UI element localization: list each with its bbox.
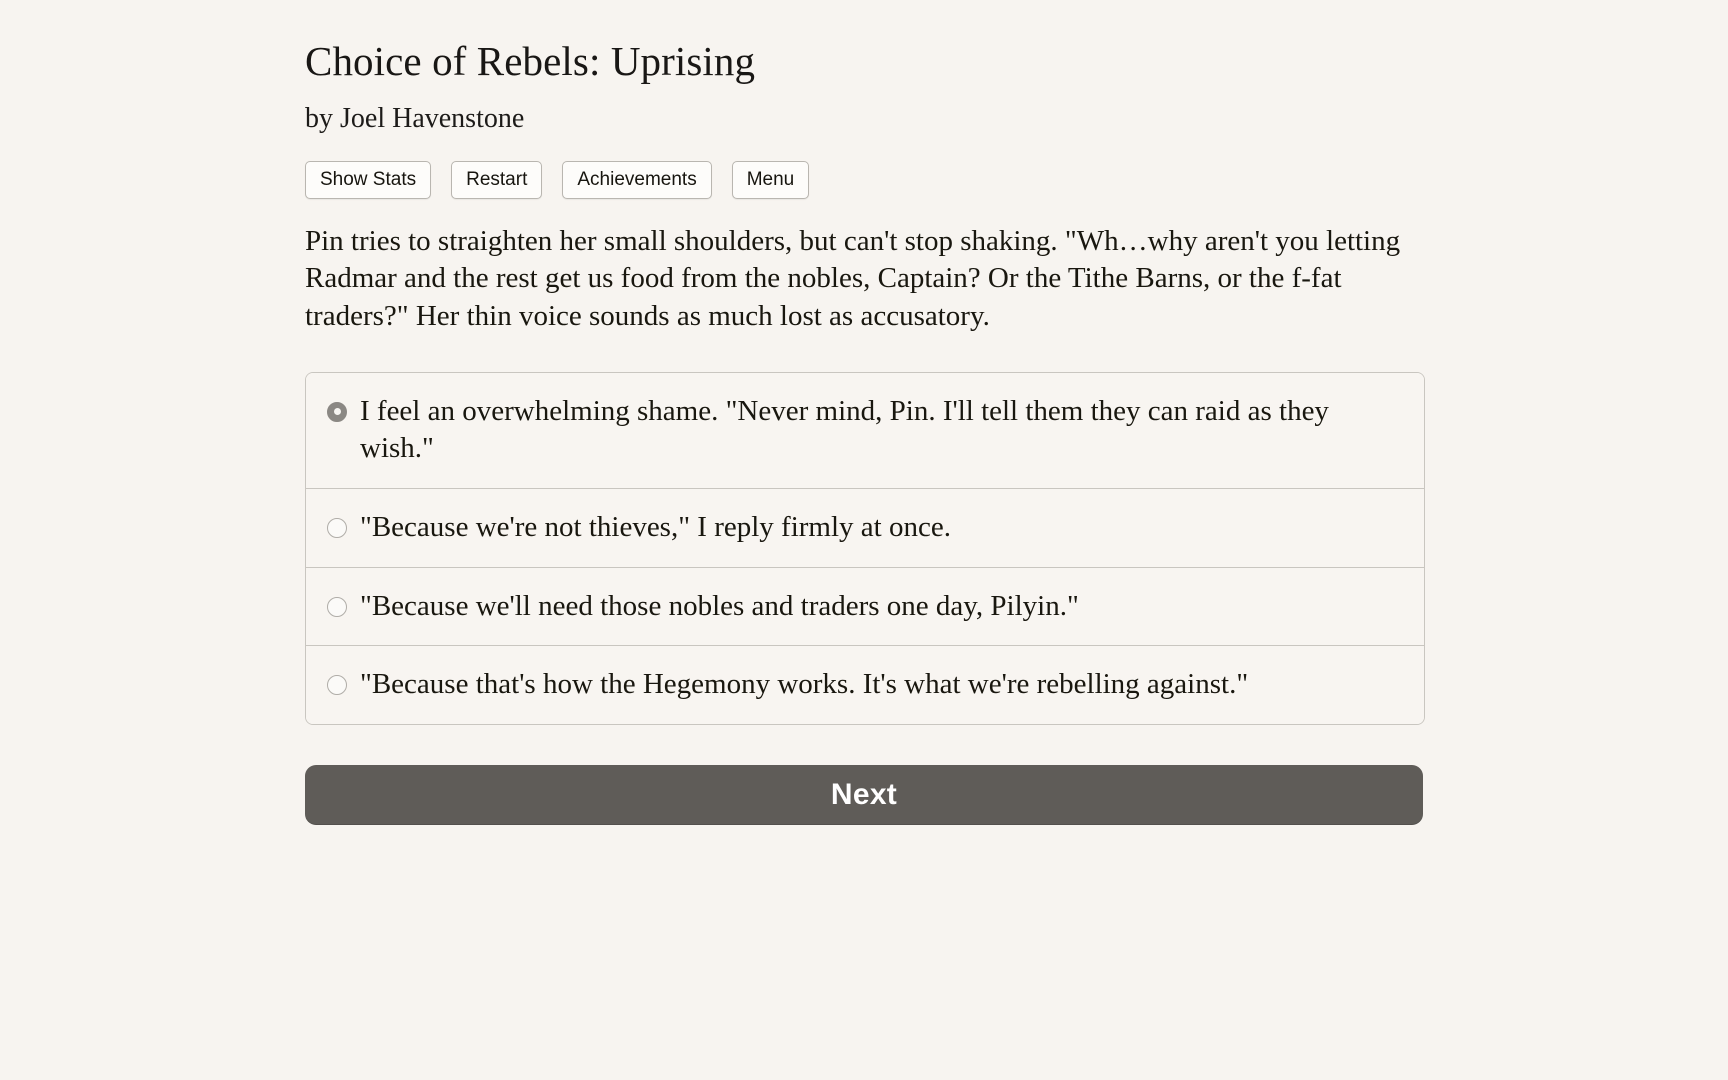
choice-option-1-label: I feel an overwhelming shame. "Never min…: [360, 394, 1329, 465]
radio-selected-icon[interactable]: [327, 401, 347, 422]
game-container: Choice of Rebels: Uprising by Joel Haven…: [305, 0, 1427, 826]
next-button[interactable]: Next: [305, 765, 1423, 826]
choice-option-2[interactable]: "Because we're not thieves," I reply fir…: [306, 489, 1424, 568]
story-paragraph: Pin tries to straighten her small should…: [305, 224, 1401, 333]
choice-list: I feel an overwhelming shame. "Never min…: [305, 371, 1425, 726]
author-byline: by Joel Havenstone: [305, 103, 525, 135]
menu-button[interactable]: Menu: [731, 160, 810, 199]
page-title: Choice of Rebels: Uprising: [305, 38, 756, 84]
choice-option-3[interactable]: "Because we'll need those nobles and tra…: [306, 567, 1424, 647]
radio-unselected-icon[interactable]: [327, 596, 347, 617]
choice-option-1[interactable]: I feel an overwhelming shame. "Never min…: [306, 372, 1424, 490]
game-page: Choice of Rebels: Uprising by Joel Haven…: [0, 0, 1728, 1080]
menu-bar: Show Stats Restart Achievements Menu: [305, 160, 1427, 199]
restart-button[interactable]: Restart: [451, 160, 543, 199]
radio-unselected-icon[interactable]: [327, 675, 347, 696]
achievements-button[interactable]: Achievements: [562, 160, 712, 199]
radio-unselected-icon[interactable]: [327, 518, 347, 539]
choice-option-2-label: "Because we're not thieves," I reply fir…: [360, 511, 951, 544]
choice-option-4[interactable]: "Because that's how the Hegemony works. …: [306, 646, 1424, 725]
show-stats-button[interactable]: Show Stats: [305, 160, 432, 199]
choice-option-4-label: "Because that's how the Hegemony works. …: [360, 668, 1249, 701]
choice-option-3-label: "Because we'll need those nobles and tra…: [360, 589, 1079, 622]
